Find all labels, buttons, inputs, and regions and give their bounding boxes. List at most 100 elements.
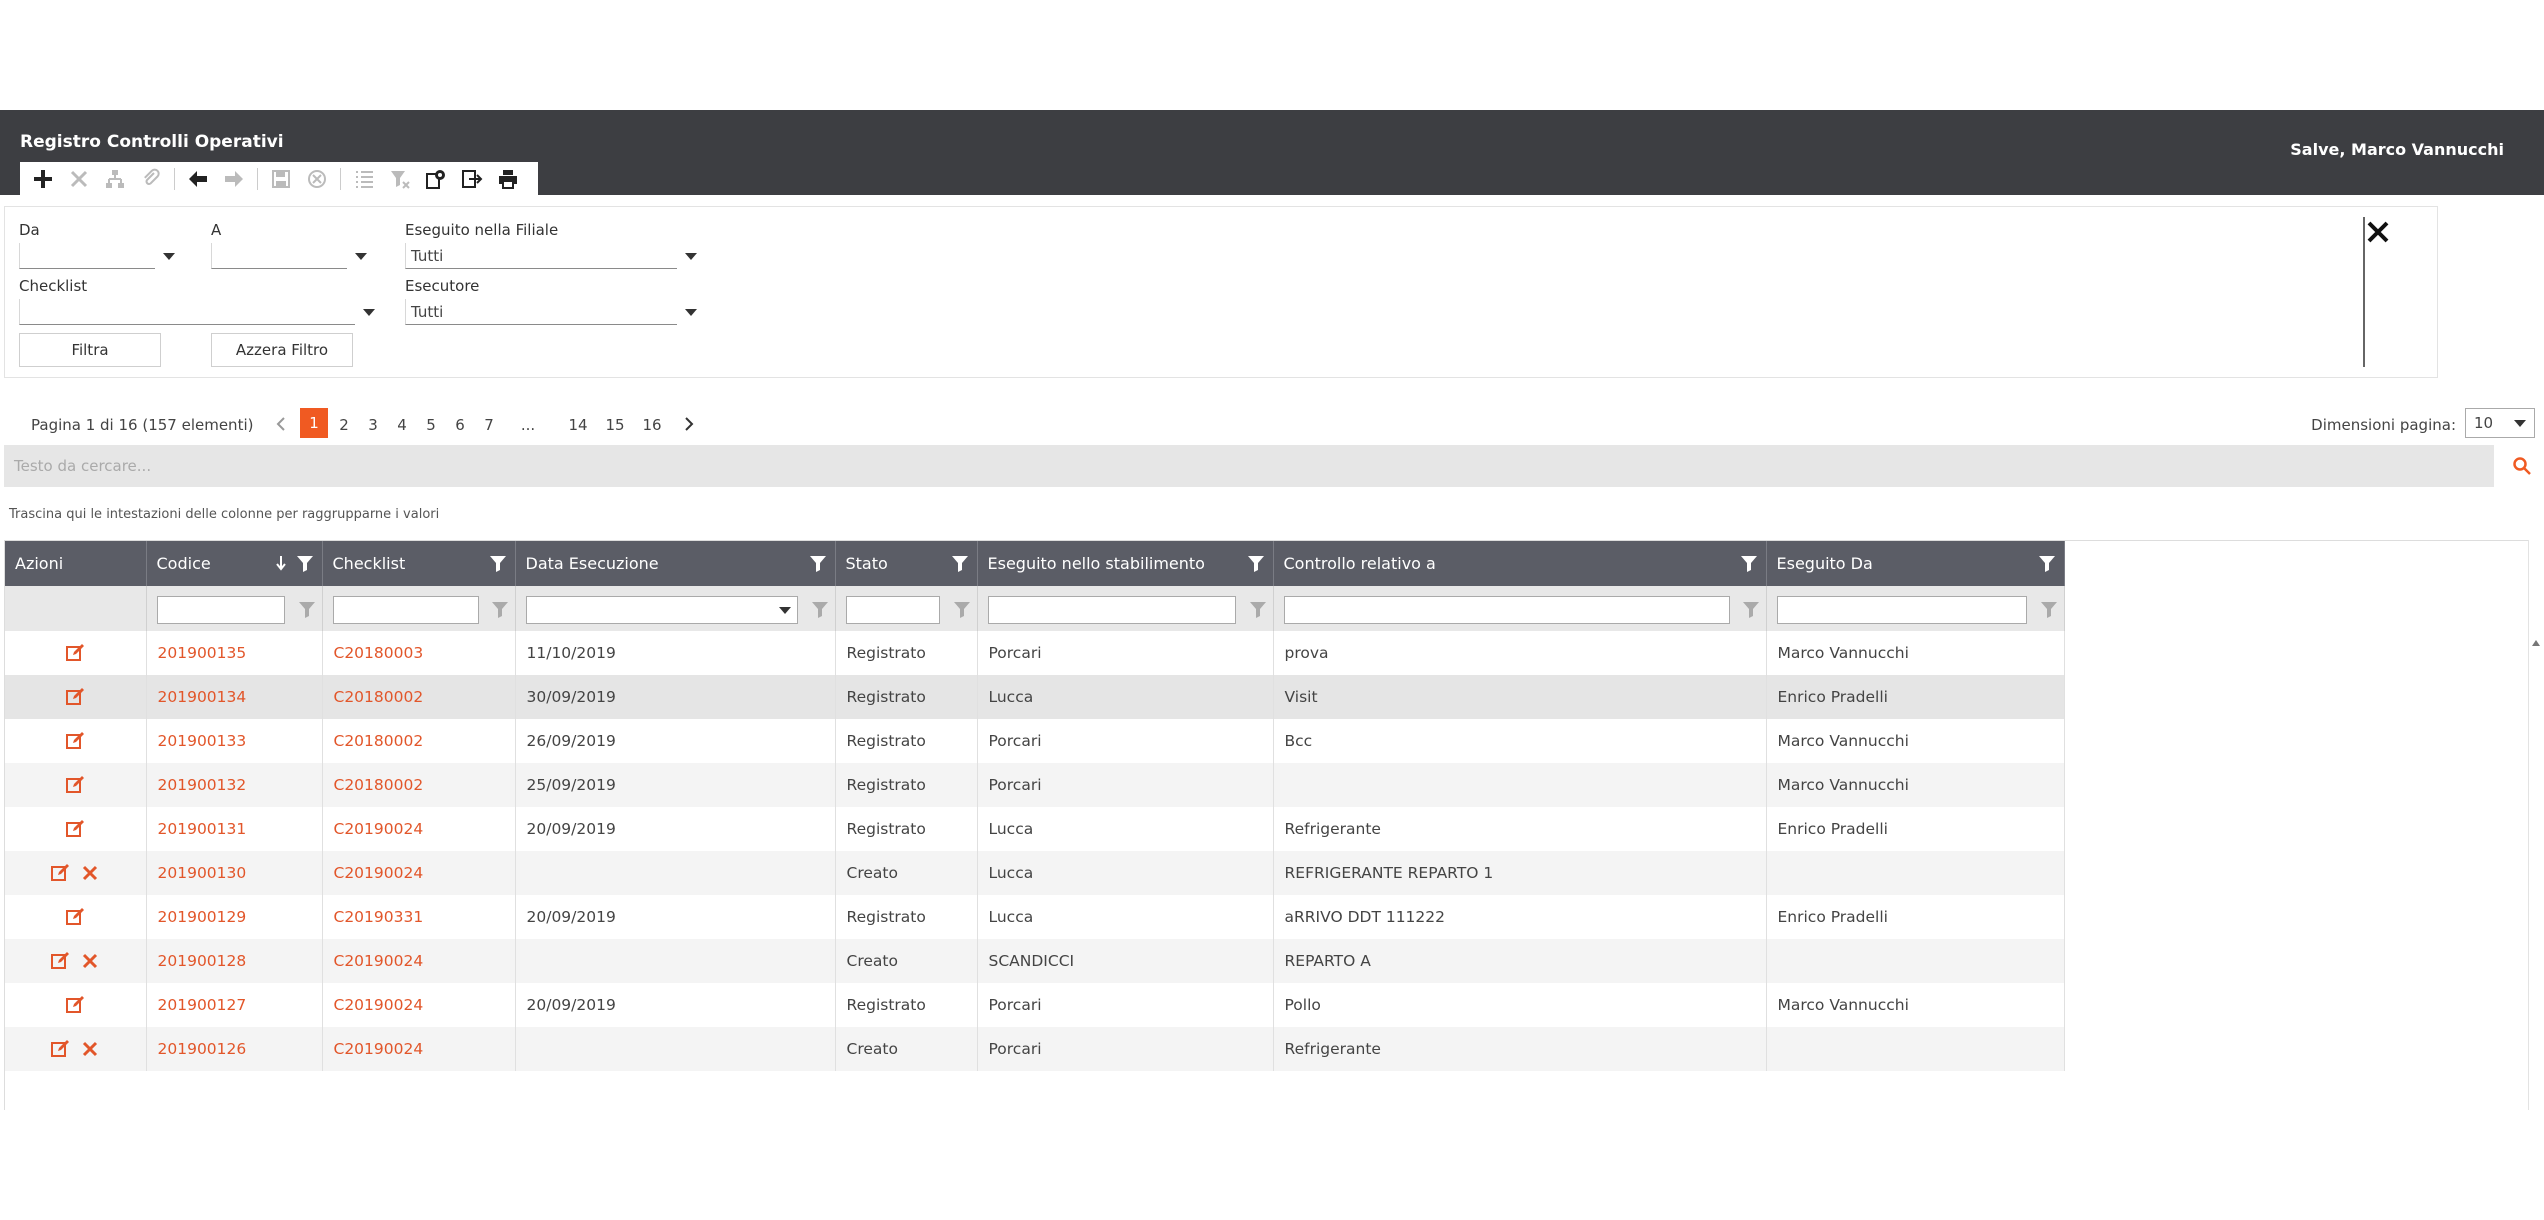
codice-cell[interactable]: 201900128 bbox=[146, 939, 323, 983]
checklist-cell[interactable]: C20190024 bbox=[322, 807, 516, 851]
edit-icon[interactable] bbox=[65, 731, 85, 751]
scroll-up-icon[interactable] bbox=[2532, 640, 2540, 646]
esecutore-select[interactable]: Tutti bbox=[405, 299, 697, 325]
export-icon[interactable] bbox=[457, 165, 487, 193]
search-icon[interactable] bbox=[2512, 456, 2532, 476]
edit-icon[interactable] bbox=[65, 995, 85, 1015]
filter-icon[interactable] bbox=[1249, 600, 1267, 618]
edit-icon[interactable] bbox=[65, 775, 85, 795]
chevron-down-icon[interactable] bbox=[363, 309, 375, 316]
filter-icon[interactable] bbox=[298, 600, 316, 618]
da-date-field[interactable] bbox=[19, 243, 175, 269]
page-2[interactable]: 2 bbox=[332, 416, 356, 434]
edit-icon[interactable] bbox=[65, 907, 85, 927]
table-row[interactable]: 201900130 C20190024 Creato Lucca REFRIGERANT… bbox=[5, 851, 2065, 895]
filter-icon[interactable] bbox=[489, 554, 507, 572]
filter-icon[interactable] bbox=[951, 554, 969, 572]
table-row[interactable]: 201900135 C20180003 11/10/2019 Registrato Po… bbox=[5, 631, 2065, 675]
page-size-select[interactable]: 10 bbox=[2465, 408, 2535, 438]
save-icon[interactable] bbox=[266, 165, 296, 193]
stato-filter-input[interactable] bbox=[845, 596, 940, 624]
page-ellipsis[interactable]: ... bbox=[516, 416, 540, 434]
filter-icon[interactable] bbox=[491, 600, 509, 618]
chevron-down-icon[interactable] bbox=[355, 253, 367, 260]
table-row[interactable]: 201900134 C20180002 30/09/2019 Registrato Lu… bbox=[5, 675, 2065, 719]
column-header-codice[interactable]: Codice bbox=[146, 541, 323, 586]
cancel-icon[interactable] bbox=[302, 165, 332, 193]
page-16[interactable]: 16 bbox=[637, 416, 667, 434]
codice-cell[interactable]: 201900130 bbox=[146, 851, 323, 895]
checklist-cell[interactable]: C20180003 bbox=[322, 631, 516, 675]
filter-icon[interactable] bbox=[2038, 554, 2056, 572]
settings-icon[interactable] bbox=[421, 165, 451, 193]
delete-row-icon[interactable] bbox=[80, 863, 100, 883]
chevron-down-icon[interactable] bbox=[163, 253, 175, 260]
arrow-left-icon[interactable] bbox=[183, 165, 213, 193]
chevron-down-icon[interactable] bbox=[2514, 420, 2526, 427]
filiale-select[interactable]: Tutti bbox=[405, 243, 697, 269]
print-icon[interactable] bbox=[493, 165, 523, 193]
column-header-stato[interactable]: Stato bbox=[835, 541, 978, 586]
page-14[interactable]: 14 bbox=[563, 416, 593, 434]
page-4[interactable]: 4 bbox=[390, 416, 414, 434]
codice-cell[interactable]: 201900126 bbox=[146, 1027, 323, 1071]
column-header-stabilimento[interactable]: Eseguito nello stabilimento bbox=[977, 541, 1274, 586]
codice-cell[interactable]: 201900135 bbox=[146, 631, 323, 675]
edit-icon[interactable] bbox=[50, 1039, 70, 1059]
page-5[interactable]: 5 bbox=[419, 416, 443, 434]
checklist-cell[interactable]: C20190024 bbox=[322, 939, 516, 983]
page-7[interactable]: 7 bbox=[477, 416, 501, 434]
column-header-azioni[interactable]: Azioni bbox=[5, 541, 147, 586]
list-icon[interactable] bbox=[349, 165, 379, 193]
controllo-filter-input[interactable] bbox=[1283, 596, 1730, 624]
column-header-controllo[interactable]: Controllo relativo a bbox=[1273, 541, 1767, 586]
table-row[interactable]: 201900126 C20190024 Creato Porcari Refrigera… bbox=[5, 1027, 2065, 1071]
delete-icon[interactable] bbox=[64, 165, 94, 193]
plus-icon[interactable] bbox=[28, 165, 58, 193]
edit-icon[interactable] bbox=[65, 687, 85, 707]
data-filter-input[interactable] bbox=[525, 596, 798, 624]
checklist-cell[interactable]: C20190024 bbox=[322, 1027, 516, 1071]
page-3[interactable]: 3 bbox=[361, 416, 385, 434]
sort-desc-icon[interactable] bbox=[274, 554, 288, 572]
column-header-checklist[interactable]: Checklist bbox=[322, 541, 516, 586]
delete-row-icon[interactable] bbox=[80, 951, 100, 971]
edit-icon[interactable] bbox=[50, 951, 70, 971]
filter-icon[interactable] bbox=[811, 600, 829, 618]
chevron-left-icon[interactable] bbox=[272, 414, 292, 434]
checklist-filter-input[interactable] bbox=[332, 596, 479, 624]
filter-clear-icon[interactable] bbox=[385, 165, 415, 193]
table-row[interactable]: 201900132 C20180002 25/09/2019 Registrato Po… bbox=[5, 763, 2065, 807]
vertical-scrollbar[interactable] bbox=[2528, 540, 2543, 1110]
edit-icon[interactable] bbox=[65, 643, 85, 663]
codice-cell[interactable]: 201900131 bbox=[146, 807, 323, 851]
table-row[interactable]: 201900128 C20190024 Creato SCANDICCI REPARTO… bbox=[5, 939, 2065, 983]
filter-icon[interactable] bbox=[809, 554, 827, 572]
filter-button[interactable]: Filtra bbox=[19, 333, 161, 367]
filter-icon[interactable] bbox=[1740, 554, 1758, 572]
filter-icon[interactable] bbox=[2040, 600, 2058, 618]
eseguito-da-filter-input[interactable] bbox=[1776, 596, 2027, 624]
table-row[interactable]: 201900131 C20190024 20/09/2019 Registrato Lu… bbox=[5, 807, 2065, 851]
edit-icon[interactable] bbox=[65, 819, 85, 839]
table-row[interactable]: 201900127 C20190024 20/09/2019 Registrato Po… bbox=[5, 983, 2065, 1027]
page-15[interactable]: 15 bbox=[600, 416, 630, 434]
checklist-cell[interactable]: C20190331 bbox=[322, 895, 516, 939]
page-1[interactable]: 1 bbox=[300, 408, 328, 438]
stabilimento-filter-input[interactable] bbox=[987, 596, 1236, 624]
codice-cell[interactable]: 201900127 bbox=[146, 983, 323, 1027]
search-input[interactable]: Testo da cercare... bbox=[4, 445, 2494, 487]
table-row[interactable]: 201900133 C20180002 26/09/2019 Registrato Po… bbox=[5, 719, 2065, 763]
chevron-down-icon[interactable] bbox=[778, 607, 791, 614]
chevron-down-icon[interactable] bbox=[685, 309, 697, 316]
checklist-select[interactable] bbox=[19, 299, 375, 325]
close-icon[interactable] bbox=[2365, 219, 2391, 245]
attach-icon[interactable] bbox=[136, 165, 166, 193]
a-date-field[interactable] bbox=[211, 243, 367, 269]
checklist-cell[interactable]: C20190024 bbox=[322, 983, 516, 1027]
filter-icon[interactable] bbox=[296, 554, 314, 572]
filter-icon[interactable] bbox=[1742, 600, 1760, 618]
hierarchy-icon[interactable] bbox=[100, 165, 130, 193]
delete-row-icon[interactable] bbox=[80, 1039, 100, 1059]
arrow-right-icon[interactable] bbox=[219, 165, 249, 193]
